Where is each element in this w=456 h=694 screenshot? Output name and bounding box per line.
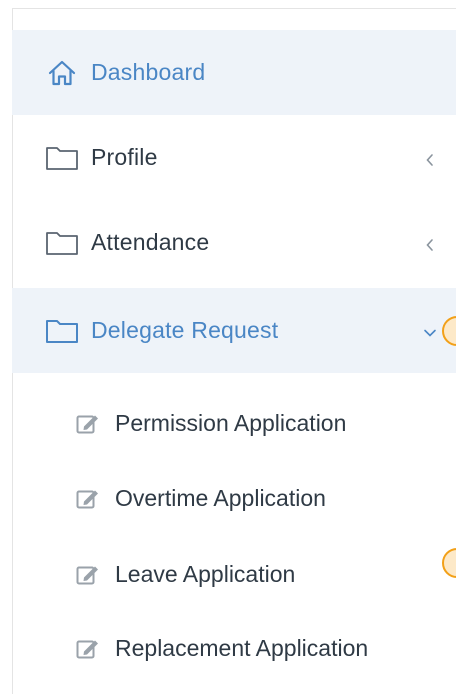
sidebar-item-profile[interactable]: Profile — [12, 115, 456, 200]
sidebar-item-label: Profile — [91, 143, 158, 170]
subitem-permission-application[interactable]: Permission Application — [12, 404, 456, 444]
sidebar-item-dashboard[interactable]: Dashboard — [12, 30, 456, 115]
sidebar-item-attendance[interactable]: Attendance — [12, 200, 456, 285]
subitem-label: Permission Application — [115, 409, 347, 436]
subitem-overtime-application[interactable]: Overtime Application — [12, 479, 456, 519]
chevron-left-icon[interactable] — [420, 150, 440, 170]
subitem-label: Overtime Application — [115, 484, 326, 511]
subitem-label: Replacement Application — [115, 634, 369, 661]
home-icon — [44, 58, 80, 88]
edit-icon — [76, 564, 100, 586]
subitem-leave-application[interactable]: Leave Application — [12, 555, 456, 595]
sidebar-item-label: Delegate Request — [91, 316, 279, 343]
subitem-label: Leave Application — [115, 560, 296, 587]
edit-icon — [76, 413, 100, 435]
sidebar-item-label: Attendance — [91, 228, 210, 255]
folder-icon — [44, 316, 80, 346]
subitem-replacement-application[interactable]: Replacement Application — [12, 629, 456, 669]
chevron-down-icon[interactable] — [420, 323, 440, 343]
sidebar-item-label: Dashboard — [91, 58, 206, 85]
folder-icon — [44, 143, 80, 173]
edit-icon — [76, 638, 100, 660]
folder-icon — [44, 228, 80, 258]
edit-icon — [76, 488, 100, 510]
sidebar-item-delegate-request[interactable]: Delegate Request — [12, 288, 456, 373]
chevron-left-icon[interactable] — [420, 235, 440, 255]
